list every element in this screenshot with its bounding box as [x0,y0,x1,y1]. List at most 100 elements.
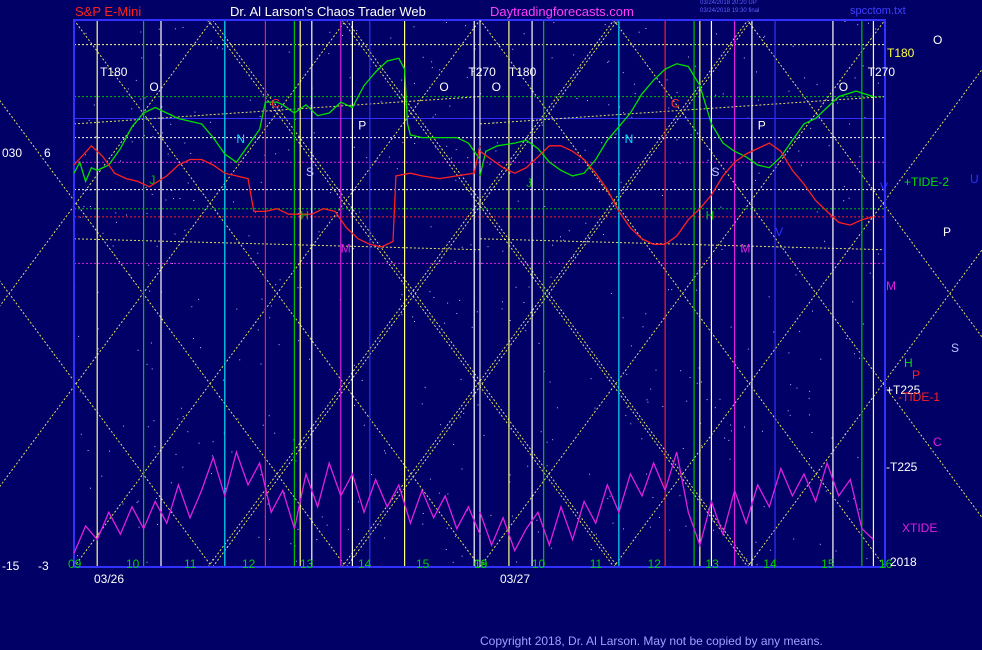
star-dot [270,305,272,307]
star-dot [269,538,270,540]
star-dot [363,424,365,426]
star-dot [463,413,465,414]
star-dot [275,284,277,286]
star-dot [616,21,618,23]
star-dot [878,253,880,255]
star-dot [835,550,837,552]
star-dot [787,410,789,412]
star-dot [131,108,133,110]
star-dot [686,400,688,402]
star-dot [844,21,846,22]
right-tide2: +TIDE-2 [904,175,950,189]
star-dot [578,159,580,161]
star-dot [661,195,663,196]
star-dot [477,404,479,406]
star-dot [455,149,457,151]
star-dot [502,250,504,252]
star-dot [638,31,640,33]
star-dot [668,289,669,291]
star-dot [536,519,538,521]
star-dot [655,369,657,371]
star-dot [666,79,668,81]
star-dot [706,399,708,401]
star-dot [549,381,551,383]
star-dot [413,82,415,84]
right-t180: T180 [887,46,915,60]
star-dot [811,432,813,433]
star-dot [431,67,433,69]
star-dot [175,453,177,455]
star-dot [297,287,299,289]
star-dot [97,348,99,350]
star-dot [430,226,432,228]
hour-tick-label: 15 [821,557,835,571]
star-dot [268,415,270,417]
star-dot [152,136,154,138]
top-cycle-label: T180 [509,65,537,79]
star-dot [517,200,519,202]
star-dot [512,48,514,50]
star-dot [630,423,632,425]
star-dot [157,523,158,525]
cycle-letter: H [300,209,309,223]
star-dot [476,311,478,313]
hour-tick-label: 11 [590,557,603,571]
star-dot [88,119,90,121]
right-pp: P [943,225,952,239]
star-dot [509,320,511,321]
star-dot [695,289,697,291]
star-dot [528,286,530,288]
star-dot [843,200,845,202]
star-dot [146,212,148,214]
star-dot [248,235,250,237]
star-dot [662,406,664,407]
star-dot [127,88,129,90]
right-c: C [933,435,942,449]
star-dot [816,211,818,213]
site-link[interactable]: Daytradingforecasts.com [490,4,634,19]
star-dot [746,558,748,560]
star-dot [313,132,315,134]
star-dot [800,164,802,166]
star-dot [798,150,800,152]
hour-tick-label: 12 [648,557,662,571]
series-line-xtide [73,449,481,554]
copyright-notice: Copyright 2018, Dr. Al Larson. May not b… [480,634,823,648]
star-dot [146,363,148,365]
star-dot [278,344,280,346]
star-dot [137,349,139,351]
star-dot [167,153,169,155]
hour-tick-label: 11 [184,557,197,571]
star-dot [730,326,732,328]
star-dot [451,157,452,159]
star-dot [722,93,724,95]
star-dot [433,297,435,298]
star-dot [146,561,148,563]
star-dot [260,181,262,183]
star-dot [587,100,588,102]
star-dot [223,379,225,381]
star-dot [460,378,462,380]
star-dot [607,61,609,63]
star-dot [380,101,382,103]
star-dot [770,549,772,551]
star-dot [762,430,763,432]
star-dot [157,268,159,269]
right-tide1: -TIDE-1 [898,390,940,404]
star-dot [258,536,260,538]
star-dot [413,26,415,28]
star-dot [461,246,463,248]
star-dot [156,498,158,499]
star-dot [182,27,184,28]
star-dot [154,446,156,448]
star-dot [200,347,201,349]
star-dot [249,99,251,101]
cycle-letter: H [706,209,715,223]
star-dot [173,198,174,200]
star-dot [470,244,472,246]
star-dot [719,398,721,400]
star-dot [135,79,137,81]
star-dot [297,528,299,530]
star-dot [461,555,463,557]
star-dot [792,45,794,47]
